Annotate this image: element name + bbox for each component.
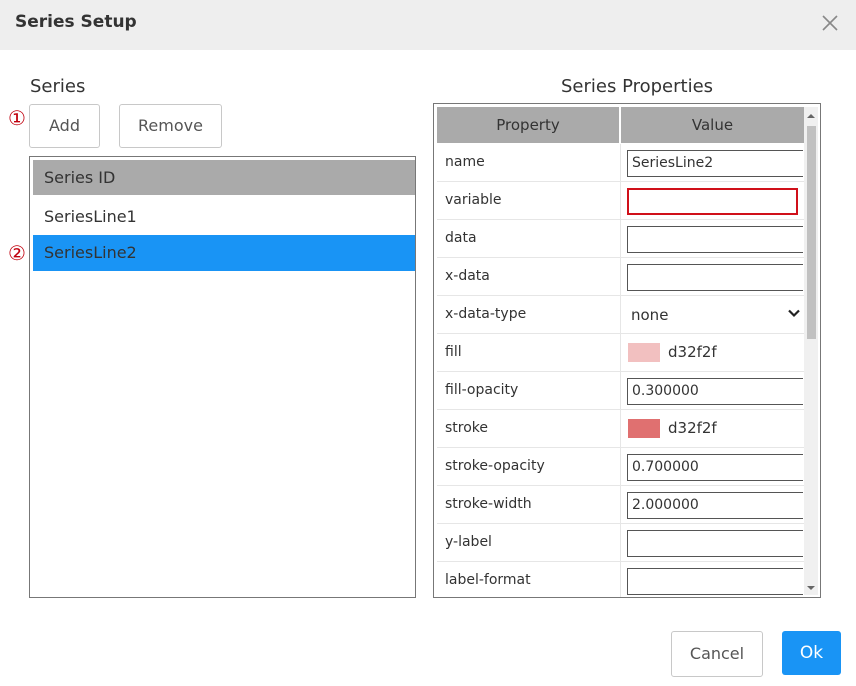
property-row-x-data: x-data: [437, 258, 804, 296]
cancel-button[interactable]: Cancel: [671, 631, 763, 677]
property-label: variable: [445, 192, 502, 208]
x-data-input[interactable]: [627, 264, 803, 291]
x-data-type-select[interactable]: none: [620, 296, 805, 333]
properties-grid[interactable]: Property Value name SeriesLine2 variable…: [433, 103, 821, 598]
scroll-down-icon[interactable]: [804, 581, 818, 595]
dialog-title: Series Setup: [15, 12, 137, 32]
stroke-opacity-input[interactable]: 0.700000: [627, 454, 803, 481]
data-input[interactable]: [627, 226, 803, 253]
stroke-width-input[interactable]: 2.000000: [627, 492, 803, 519]
variable-input[interactable]: [627, 188, 798, 215]
stroke-color-value: d32f2f: [668, 419, 717, 437]
property-label: fill: [445, 344, 462, 360]
property-label: stroke-width: [445, 496, 532, 512]
close-icon[interactable]: [818, 11, 842, 35]
fill-color-swatch[interactable]: [628, 343, 660, 362]
property-label: label-format: [445, 572, 531, 588]
property-row-stroke: stroke d32f2f: [437, 410, 804, 448]
property-label: stroke: [445, 420, 489, 436]
property-row-name: name SeriesLine2: [437, 144, 804, 182]
fill-opacity-input[interactable]: 0.300000: [627, 378, 803, 405]
series-list[interactable]: Series ID SeriesLine1 SeriesLine2: [29, 156, 416, 598]
stroke-color-swatch[interactable]: [628, 419, 660, 438]
ok-button[interactable]: Ok: [782, 631, 841, 675]
property-row-y-label: y-label: [437, 524, 804, 562]
fill-color-value: d32f2f: [668, 343, 717, 361]
property-row-x-data-type: x-data-type none: [437, 296, 804, 334]
name-input[interactable]: SeriesLine2: [627, 150, 803, 177]
add-series-button[interactable]: Add: [29, 104, 100, 148]
property-label: name: [445, 154, 485, 170]
property-label: stroke-opacity: [445, 458, 545, 474]
property-label: data: [445, 230, 477, 246]
series-section-label: Series: [30, 76, 86, 97]
series-list-header: Series ID: [33, 160, 415, 195]
property-row-stroke-width: stroke-width 2.000000: [437, 486, 804, 524]
properties-section-label: Series Properties: [561, 76, 714, 97]
series-list-item[interactable]: SeriesLine1: [33, 199, 415, 235]
fill-color-picker[interactable]: d32f2f: [620, 334, 805, 371]
select-value: none: [631, 306, 669, 324]
property-row-data: data: [437, 220, 804, 258]
series-list-item-selected[interactable]: SeriesLine2: [33, 235, 415, 271]
property-label: fill-opacity: [445, 382, 519, 398]
scroll-up-icon[interactable]: [804, 109, 818, 123]
remove-series-button[interactable]: Remove: [119, 104, 222, 148]
scrollbar-thumb[interactable]: [807, 126, 816, 339]
property-label: x-data: [445, 268, 490, 284]
property-label: x-data-type: [445, 306, 527, 322]
property-row-fill: fill d32f2f: [437, 334, 804, 372]
chevron-down-icon: [788, 309, 800, 318]
dialog-titlebar: Series Setup: [0, 0, 856, 50]
step-marker-add: ①: [8, 106, 26, 130]
properties-scrollbar[interactable]: [804, 107, 818, 595]
property-label: y-label: [445, 534, 492, 550]
value-column-header: Value: [621, 107, 804, 143]
property-row-stroke-opacity: stroke-opacity 0.700000: [437, 448, 804, 486]
step-marker-selected: ②: [8, 241, 26, 265]
series-id-column-label: Series ID: [44, 168, 116, 187]
stroke-color-picker[interactable]: d32f2f: [620, 410, 805, 447]
property-row-label-format: label-format: [437, 562, 804, 597]
series-item-label: SeriesLine1: [44, 207, 137, 226]
property-row-variable: variable: [437, 182, 804, 220]
property-row-fill-opacity: fill-opacity 0.300000: [437, 372, 804, 410]
series-item-label: SeriesLine2: [44, 243, 137, 262]
property-column-header: Property: [437, 107, 619, 143]
y-label-input[interactable]: [627, 530, 803, 557]
label-format-input[interactable]: [627, 568, 803, 595]
